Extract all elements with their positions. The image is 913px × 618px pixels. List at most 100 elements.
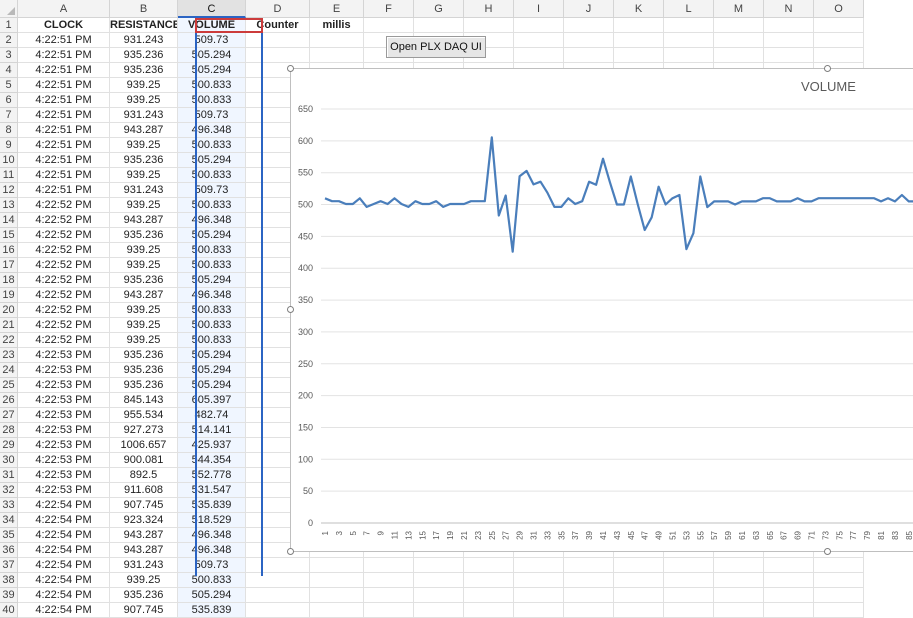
clock-cell[interactable]: 4:22:51 PM [18,168,110,183]
column-header-c[interactable]: C [178,0,246,18]
row-header[interactable]: 9 [0,138,18,153]
cell[interactable] [764,48,814,63]
clock-cell[interactable]: 4:22:54 PM [18,498,110,513]
chart-resize-handle-mid-left[interactable] [287,306,294,313]
cell[interactable] [564,48,614,63]
clock-cell[interactable]: 4:22:51 PM [18,108,110,123]
cell[interactable] [310,603,364,618]
column-header-h[interactable]: H [464,0,514,18]
clock-cell[interactable]: 4:22:53 PM [18,453,110,468]
clock-cell[interactable]: 4:22:51 PM [18,48,110,63]
row-header[interactable]: 39 [0,588,18,603]
row-header[interactable]: 31 [0,468,18,483]
cell[interactable] [714,558,764,573]
resistance-cell[interactable]: 935.236 [110,153,178,168]
resistance-cell[interactable]: 939.25 [110,573,178,588]
cell[interactable] [714,573,764,588]
volume-cell[interactable]: 500.833 [178,243,246,258]
cell[interactable] [614,603,664,618]
resistance-cell[interactable]: 907.745 [110,603,178,618]
volume-cell[interactable]: 496.348 [178,123,246,138]
cell[interactable] [514,33,564,48]
row-header[interactable]: 4 [0,63,18,78]
volume-cell[interactable]: 425.937 [178,438,246,453]
resistance-cell[interactable]: 900.081 [110,453,178,468]
row-header[interactable]: 23 [0,348,18,363]
cell[interactable] [364,18,414,33]
resistance-cell[interactable]: 955.534 [110,408,178,423]
row-header[interactable]: 38 [0,573,18,588]
cell[interactable] [310,33,364,48]
clock-cell[interactable]: 4:22:53 PM [18,483,110,498]
column-header-o[interactable]: O [814,0,864,18]
row-header[interactable]: 17 [0,258,18,273]
row-header[interactable]: 13 [0,198,18,213]
column-header-j[interactable]: J [564,0,614,18]
clock-cell[interactable]: 4:22:53 PM [18,348,110,363]
cell[interactable] [364,588,414,603]
cell[interactable] [364,573,414,588]
resistance-cell[interactable]: 935.236 [110,588,178,603]
resistance-cell[interactable]: 943.287 [110,288,178,303]
cell[interactable] [514,18,564,33]
cell[interactable] [464,558,514,573]
cell[interactable] [464,603,514,618]
cell[interactable] [310,588,364,603]
cell[interactable] [714,33,764,48]
volume-cell[interactable]: 509.73 [178,183,246,198]
resistance-cell[interactable]: 935.236 [110,63,178,78]
cell[interactable] [246,573,310,588]
cell[interactable] [246,33,310,48]
row-header[interactable]: 6 [0,93,18,108]
cell[interactable] [464,588,514,603]
clock-cell[interactable]: 4:22:52 PM [18,303,110,318]
clock-cell[interactable]: 4:22:52 PM [18,258,110,273]
clock-cell[interactable]: 4:22:51 PM [18,183,110,198]
cell[interactable] [664,33,714,48]
resistance-cell[interactable]: 931.243 [110,108,178,123]
cell[interactable] [464,18,514,33]
volume-cell[interactable]: 500.833 [178,198,246,213]
cell[interactable] [564,603,614,618]
clock-cell[interactable]: 4:22:51 PM [18,63,110,78]
volume-cell[interactable]: 505.294 [178,363,246,378]
row-header[interactable]: 36 [0,543,18,558]
clock-cell[interactable]: 4:22:52 PM [18,213,110,228]
cell[interactable] [814,603,864,618]
clock-cell[interactable]: 4:22:52 PM [18,333,110,348]
cell[interactable] [614,573,664,588]
cell[interactable] [614,588,664,603]
volume-cell[interactable]: 509.73 [178,558,246,573]
cell[interactable] [764,33,814,48]
row-header[interactable]: 7 [0,108,18,123]
volume-cell[interactable]: 505.294 [178,48,246,63]
resistance-cell[interactable]: 939.25 [110,78,178,93]
resistance-cell[interactable]: 931.243 [110,183,178,198]
clock-cell[interactable]: 4:22:54 PM [18,603,110,618]
volume-cell[interactable]: 496.348 [178,213,246,228]
volume-cell[interactable]: 544.354 [178,453,246,468]
resistance-cell[interactable]: 939.25 [110,333,178,348]
cell[interactable] [614,558,664,573]
cell[interactable] [764,573,814,588]
chart-resize-handle-bottom-mid[interactable] [824,548,831,555]
clock-cell[interactable]: 4:22:54 PM [18,513,110,528]
cell[interactable] [764,588,814,603]
resistance-cell[interactable]: 939.25 [110,243,178,258]
resistance-cell[interactable]: 935.236 [110,348,178,363]
volume-cell[interactable]: 500.833 [178,93,246,108]
row-header[interactable]: 16 [0,243,18,258]
column-header-b[interactable]: B [110,0,178,18]
resistance-cell[interactable]: 927.273 [110,423,178,438]
resistance-cell[interactable]: 939.25 [110,318,178,333]
cell[interactable] [364,558,414,573]
header-cell-a[interactable]: CLOCK [18,18,110,33]
volume-chart[interactable]: VOLUME 0 50 100 150 200 250 300 350 400 450 500 550… [290,68,913,552]
clock-cell[interactable]: 4:22:51 PM [18,78,110,93]
clock-cell[interactable]: 4:22:52 PM [18,273,110,288]
volume-cell[interactable]: 505.294 [178,63,246,78]
resistance-cell[interactable]: 931.243 [110,33,178,48]
cell[interactable] [664,573,714,588]
volume-cell[interactable]: 514.141 [178,423,246,438]
clock-cell[interactable]: 4:22:51 PM [18,93,110,108]
